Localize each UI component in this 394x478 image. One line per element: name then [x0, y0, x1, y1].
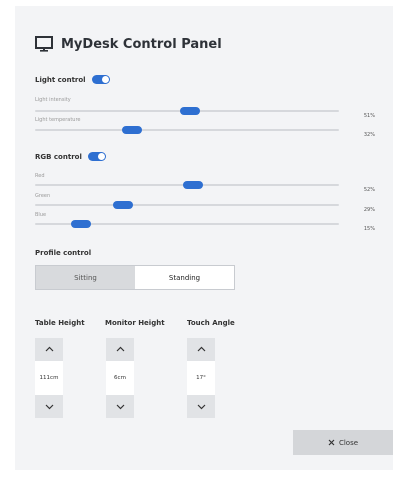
profile-option-sitting[interactable]: Sitting	[36, 266, 135, 289]
control-panel: MyDesk Control Panel Light control Light…	[15, 6, 393, 470]
green-label: Green	[35, 193, 51, 199]
table-height-value[interactable]: 111cm	[35, 361, 63, 395]
red-thumb[interactable]	[183, 181, 204, 189]
chevron-down-icon	[197, 404, 205, 410]
close-button-label: Close	[338, 438, 359, 447]
green-value: 29%	[363, 207, 375, 213]
light-intensity-label: Light intensity	[35, 97, 71, 103]
touch-angle-value[interactable]: 17°	[187, 361, 215, 395]
close-icon	[328, 439, 335, 446]
chevron-up-icon	[116, 346, 124, 352]
light-control-label: Light control	[35, 75, 86, 84]
chevron-up-icon	[197, 346, 205, 352]
chevron-up-icon	[45, 346, 53, 352]
touch-angle-down-button[interactable]	[187, 396, 215, 418]
close-button[interactable]: Close	[293, 430, 393, 455]
light-control-section: Light control	[35, 75, 110, 84]
rgb-control-label: RGB control	[35, 152, 82, 161]
monitor-height-down-button[interactable]	[106, 396, 134, 418]
light-intensity-slider[interactable]	[35, 107, 339, 115]
profile-control-label: Profile control	[35, 249, 92, 257]
blue-thumb[interactable]	[70, 220, 91, 228]
rgb-control-section: RGB control	[35, 152, 106, 161]
monitor-height-value[interactable]: 6cm	[106, 361, 134, 395]
rgb-control-toggle[interactable]	[87, 152, 106, 161]
light-temperature-label: Light temperature	[35, 117, 81, 123]
touch-angle-label: Touch Angle	[187, 319, 235, 327]
green-slider[interactable]	[35, 201, 339, 209]
red-label: Red	[35, 173, 45, 179]
profile-option-standing[interactable]: Standing	[135, 266, 234, 289]
green-thumb[interactable]	[113, 201, 134, 209]
panel-header: MyDesk Control Panel	[35, 36, 222, 52]
light-temperature-slider[interactable]	[35, 126, 339, 134]
monitor-height-up-button[interactable]	[106, 338, 134, 360]
table-height-up-button[interactable]	[35, 338, 63, 360]
light-intensity-thumb[interactable]	[180, 107, 201, 115]
chevron-down-icon	[116, 404, 124, 410]
blue-value: 15%	[363, 226, 375, 232]
blue-slider[interactable]	[35, 220, 339, 228]
touch-angle-stepper: 17°	[187, 338, 215, 418]
light-temperature-value: 32%	[363, 132, 375, 138]
table-height-stepper: 111cm	[35, 338, 63, 418]
page-title: MyDesk Control Panel	[61, 36, 222, 52]
light-intensity-value: 51%	[363, 113, 375, 119]
blue-label: Blue	[35, 212, 47, 218]
light-control-toggle[interactable]	[91, 75, 110, 84]
table-height-label: Table Height	[35, 319, 85, 327]
light-temperature-thumb[interactable]	[122, 126, 143, 134]
profile-segmented-control: Sitting Standing	[35, 265, 235, 290]
red-slider[interactable]	[35, 181, 339, 189]
chevron-down-icon	[45, 404, 53, 410]
touch-angle-up-button[interactable]	[187, 338, 215, 360]
monitor-icon	[35, 36, 53, 52]
red-value: 52%	[363, 187, 375, 193]
monitor-height-label: Monitor Height	[105, 319, 165, 327]
monitor-height-stepper: 6cm	[106, 338, 134, 418]
table-height-down-button[interactable]	[35, 396, 63, 418]
